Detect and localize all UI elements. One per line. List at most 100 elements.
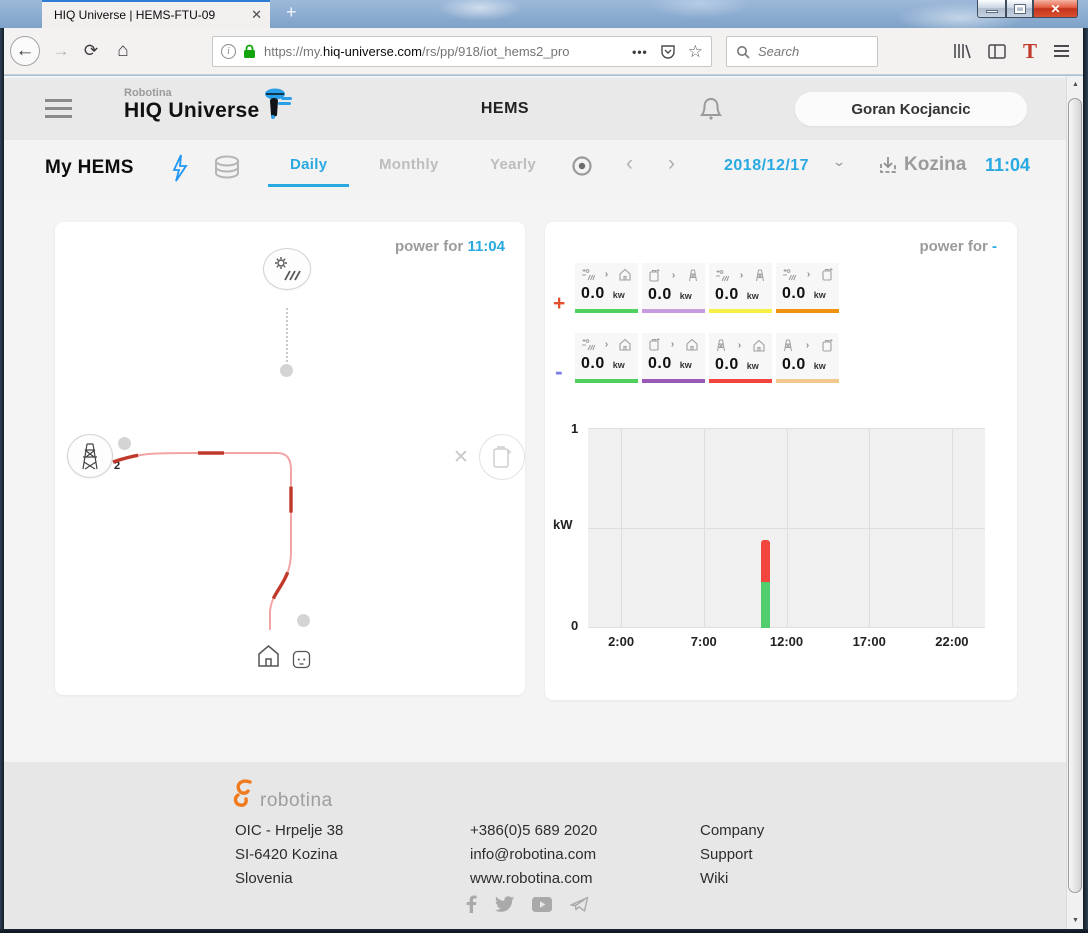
- chart-plot[interactable]: [588, 428, 985, 628]
- scroll-up-icon[interactable]: ▲: [1067, 76, 1084, 93]
- power-flow-card: power for 11:04 2: [55, 222, 525, 695]
- footer-phone: +386(0)5 689 2020: [470, 819, 597, 843]
- house-endpoint-dot: [297, 614, 310, 627]
- meter-tile[interactable]: › 0.0kw: [776, 333, 839, 379]
- footer-website[interactable]: www.robotina.com: [470, 867, 597, 891]
- meter-tile[interactable]: › 0.0kw: [709, 263, 772, 309]
- battery-icon: [648, 338, 660, 351]
- house-icon: [752, 339, 766, 352]
- extension-t-icon[interactable]: T: [1023, 41, 1037, 62]
- footer-link-company[interactable]: Company: [700, 819, 764, 843]
- flow-chevron-icon: ›: [806, 340, 809, 351]
- battery-icon: [648, 269, 660, 282]
- meter-color-bar: [776, 379, 839, 383]
- user-menu[interactable]: Goran Kocjancic: [795, 92, 1027, 126]
- minus-sign: -: [555, 358, 563, 385]
- scroll-down-icon[interactable]: ▼: [1067, 912, 1084, 929]
- scrollbar-thumb[interactable]: [1068, 98, 1082, 893]
- chevron-down-icon[interactable]: ⌄: [832, 154, 846, 170]
- plus-sign: +: [553, 292, 565, 316]
- chart-spike-red: [761, 540, 770, 582]
- youtube-icon[interactable]: [532, 897, 552, 912]
- record-icon[interactable]: [571, 155, 593, 177]
- close-button[interactable]: ✕: [1033, 0, 1078, 18]
- page-info-icon[interactable]: i: [221, 44, 236, 59]
- url-bar[interactable]: i https://my.hiq-universe.com/rs/pp/918/…: [212, 36, 712, 67]
- search-bar[interactable]: Search: [726, 36, 878, 67]
- footer-logo-text: robotina: [260, 790, 333, 812]
- bolt-icon[interactable]: [167, 152, 193, 184]
- download-icon[interactable]: [877, 154, 899, 178]
- house-icon: [255, 642, 282, 669]
- scrollbar[interactable]: ▲ ▼: [1066, 76, 1083, 929]
- solar-icon: [715, 269, 729, 282]
- facebook-icon[interactable]: [466, 895, 477, 913]
- x-axis-tick: 2:00: [596, 634, 646, 649]
- brand-small: Robotina: [124, 87, 260, 99]
- y-axis-max: 1: [571, 421, 578, 436]
- date-picker[interactable]: 2018/12/17: [724, 157, 809, 175]
- grid-pylon-icon: [754, 268, 766, 282]
- right-card-caption: power for -: [919, 238, 997, 255]
- meter-tile[interactable]: › 0.0kw: [642, 333, 705, 379]
- site-name: Kozina: [904, 154, 966, 176]
- sidebar-icon[interactable]: [988, 44, 1006, 59]
- search-icon: [736, 45, 750, 59]
- footer-links: Company Support Wiki: [700, 819, 764, 891]
- battery-button[interactable]: [479, 434, 525, 480]
- page-actions-icon[interactable]: •••: [632, 45, 648, 59]
- tab-daily[interactable]: Daily: [290, 156, 327, 173]
- footer: robotina OIC - Hrpelje 38 SI-6420 Kozina…: [4, 762, 1066, 929]
- browser-toolbar: ← → ⟳ ⌂ i https://my.hiq-universe.com/rs…: [4, 28, 1083, 75]
- lock-icon: [243, 44, 256, 59]
- browser-menu-icon[interactable]: [1054, 42, 1069, 60]
- battery-icon: [490, 444, 514, 470]
- layers-icon[interactable]: [210, 152, 244, 186]
- tab-monthly[interactable]: Monthly: [379, 156, 439, 173]
- tab-yearly[interactable]: Yearly: [490, 156, 536, 173]
- nav-title: My HEMS: [45, 157, 134, 179]
- y-axis-label: kW: [553, 517, 573, 532]
- x-axis-tick: 22:00: [927, 634, 977, 649]
- minimize-button[interactable]: [977, 0, 1006, 18]
- back-button[interactable]: ←: [10, 36, 40, 66]
- meter-tile[interactable]: › 0.0kw: [575, 333, 638, 379]
- grid-pylon-icon: [687, 268, 699, 282]
- socket-icon: [292, 650, 311, 669]
- footer-email[interactable]: info@robotina.com: [470, 843, 597, 867]
- house-icon: [618, 268, 632, 281]
- battery-icon: [821, 268, 833, 281]
- prev-day-icon[interactable]: ‹: [626, 152, 633, 176]
- pocket-icon[interactable]: [660, 44, 676, 60]
- next-day-icon[interactable]: ›: [668, 152, 675, 176]
- browser-tab[interactable]: HIQ Universe | HEMS-FTU-09 ✕: [42, 0, 270, 28]
- meter-tile[interactable]: › 0.0kw: [776, 263, 839, 309]
- meter-tile[interactable]: › 0.0kw: [575, 263, 638, 309]
- tab-title: HIQ Universe | HEMS-FTU-09: [54, 8, 243, 22]
- footer-link-support[interactable]: Support: [700, 843, 764, 867]
- home-button[interactable]: ⌂: [108, 36, 138, 66]
- tab-close-icon[interactable]: ✕: [251, 7, 262, 23]
- footer-contact: +386(0)5 689 2020 info@robotina.com www.…: [470, 819, 597, 891]
- reload-button[interactable]: ⟳: [76, 36, 106, 66]
- solar-icon: [782, 268, 796, 281]
- solar-icon: [581, 338, 595, 351]
- chart-spike-green: [761, 582, 770, 628]
- close-icon[interactable]: ✕: [453, 446, 469, 469]
- meter-tile[interactable]: › 0.0kw: [642, 263, 705, 309]
- x-axis-tick: 7:00: [679, 634, 729, 649]
- flow-chevron-icon: ›: [605, 269, 608, 280]
- footer-link-wiki[interactable]: Wiki: [700, 867, 764, 891]
- twitter-icon[interactable]: [495, 896, 514, 912]
- bookmark-star-icon[interactable]: ☆: [688, 42, 703, 62]
- bell-icon[interactable]: [696, 94, 726, 124]
- meter-color-bar: [642, 309, 705, 313]
- telegram-icon[interactable]: [570, 896, 589, 913]
- meter-tile[interactable]: › 0.0kw: [709, 333, 772, 379]
- meter-color-bar: [642, 379, 705, 383]
- new-tab-button[interactable]: +: [286, 2, 297, 23]
- meter-color-bar: [575, 379, 638, 383]
- maximize-button[interactable]: [1006, 0, 1033, 18]
- forward-button[interactable]: →: [46, 36, 76, 66]
- library-icon[interactable]: [953, 43, 971, 59]
